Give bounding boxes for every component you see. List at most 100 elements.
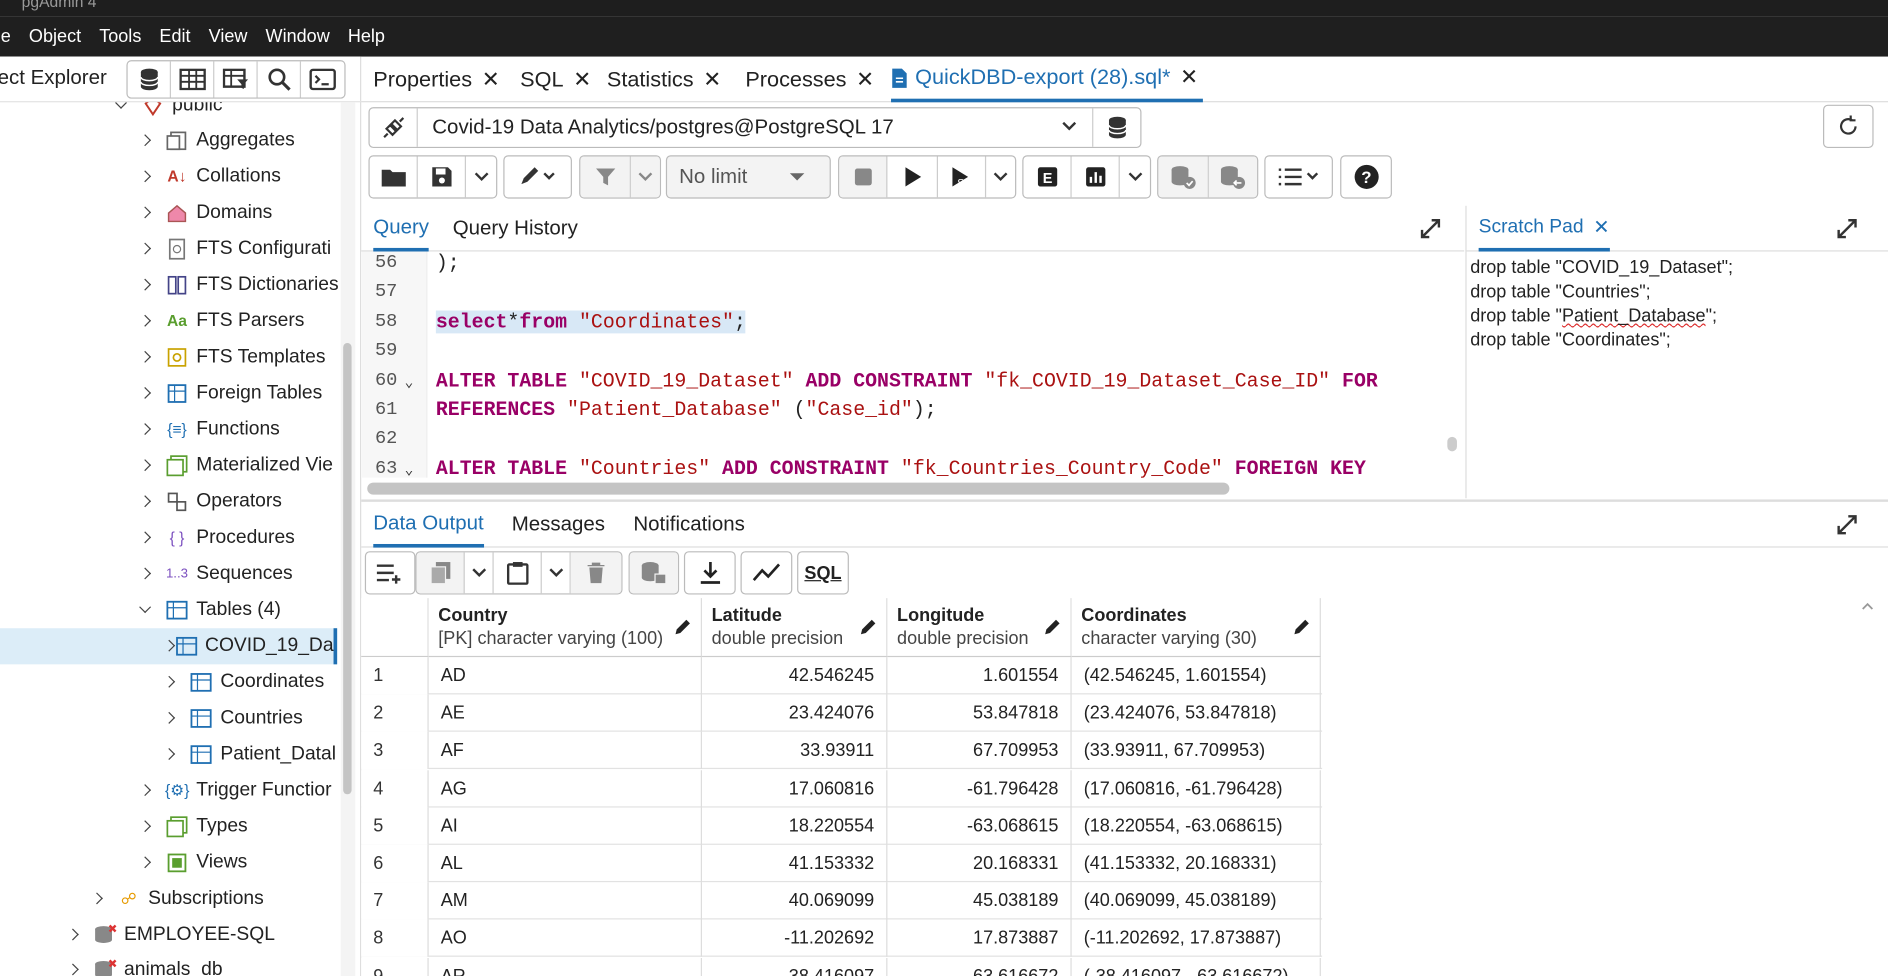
open-file-icon[interactable]	[370, 156, 418, 198]
table-row[interactable]: 8 AO -11.202692 17.873887 (-11.202692, 17.87…	[361, 919, 1323, 958]
tree-node-animals-db[interactable]: animals_db	[66, 952, 223, 976]
tab-notifications[interactable]: Notifications	[633, 502, 745, 548]
copy-icon[interactable]	[416, 552, 465, 594]
cell-country[interactable]: AD	[429, 657, 702, 695]
chevron-down-icon[interactable]	[986, 156, 1015, 197]
tree-node-operators[interactable]: Operators	[138, 484, 282, 520]
table-row[interactable]: 7 AM 40.069099 45.038189 (40.069099, 45.0381…	[361, 882, 1323, 920]
menu-object[interactable]: Object	[22, 26, 92, 46]
cell-latitude[interactable]: 33.93911	[702, 732, 888, 770]
tree-node-subscriptions[interactable]: ☍ Subscriptions	[90, 881, 264, 917]
tree-node-foreign-tables[interactable]: Foreign Tables	[138, 375, 322, 411]
menu-window[interactable]: Window	[258, 26, 340, 46]
grid-vscrollbar[interactable]	[1862, 598, 1874, 976]
tab-query[interactable]: Query	[373, 206, 430, 252]
editor-hscrollbar[interactable]	[367, 482, 1230, 495]
cell-longitude[interactable]: -63.068615	[887, 807, 1072, 845]
graph-visualiser-icon[interactable]	[742, 552, 791, 593]
close-icon[interactable]: ✕	[856, 67, 874, 92]
row-number[interactable]: 5	[361, 807, 429, 845]
filter-icon[interactable]	[580, 156, 631, 198]
row-number[interactable]: 6	[361, 844, 429, 883]
chevron-right-icon[interactable]	[138, 531, 152, 545]
tree-node-aggregates[interactable]: Aggregates	[138, 123, 295, 159]
scroll-up-icon[interactable]	[1862, 598, 1874, 615]
table-row[interactable]: 1 AD 42.546245 1.601554 (42.546245, 1.601554…	[361, 657, 1323, 695]
delete-icon[interactable]	[570, 552, 622, 594]
cell-latitude[interactable]: 40.069099	[702, 882, 888, 920]
cell-latitude[interactable]: 41.153332	[702, 844, 888, 883]
macros-list-icon[interactable]	[1266, 156, 1332, 197]
cell-latitude[interactable]: 42.546245	[702, 657, 888, 695]
chevron-down-icon[interactable]	[542, 552, 571, 594]
cell-country[interactable]: AO	[429, 919, 702, 958]
chevron-down-icon[interactable]	[465, 552, 494, 594]
save-icon[interactable]	[418, 156, 466, 198]
rollback-icon[interactable]	[1208, 156, 1258, 198]
row-number[interactable]: 7	[361, 882, 429, 920]
tree-node-types[interactable]: Types	[138, 809, 248, 845]
tree-node-domains[interactable]: Domains	[138, 195, 272, 231]
column-header-latitude[interactable]: Latitude double precision	[701, 598, 888, 658]
cell-latitude[interactable]: -11.202692	[702, 919, 888, 958]
tree-node-public[interactable]: public	[114, 102, 223, 124]
chevron-right-icon[interactable]	[163, 747, 177, 761]
chevron-right-icon[interactable]	[138, 567, 152, 581]
database-icon[interactable]	[128, 61, 171, 98]
row-number[interactable]: 8	[361, 919, 429, 958]
chevron-right-icon[interactable]	[138, 170, 152, 184]
tab-properties[interactable]: Properties ✕	[373, 57, 500, 103]
chevron-down-icon[interactable]	[1061, 117, 1092, 139]
cell-coordinates[interactable]: (-11.202692, 17.873887)	[1072, 919, 1321, 958]
tab-statistics[interactable]: Statistics ✕	[607, 57, 722, 103]
close-icon[interactable]: ✕	[1180, 65, 1198, 90]
new-connection-icon[interactable]	[1092, 108, 1140, 147]
expand-icon[interactable]	[1835, 217, 1859, 241]
tree-node-trigger-functions[interactable]: {⚙} Trigger Functior	[138, 773, 332, 809]
tree-node-coordinates[interactable]: Coordinates	[163, 664, 324, 700]
chevron-right-icon[interactable]	[163, 639, 165, 653]
column-header-country[interactable]: Country [PK] character varying (100)	[428, 598, 702, 658]
chevron-right-icon[interactable]	[138, 206, 152, 220]
cell-country[interactable]: AL	[429, 844, 702, 883]
connection-status-icon[interactable]	[370, 108, 418, 147]
chevron-right-icon[interactable]	[90, 892, 104, 906]
menu-file[interactable]: ile	[0, 26, 22, 46]
cell-country[interactable]: AI	[429, 807, 702, 845]
cell-latitude[interactable]: -38.416097	[702, 957, 888, 976]
tree-node-employee-sql[interactable]: EMPLOYEE-SQL	[66, 917, 275, 953]
edit-pencil-icon[interactable]	[860, 619, 877, 636]
chevron-down-icon[interactable]	[466, 156, 496, 197]
add-row-icon[interactable]	[366, 552, 414, 593]
cell-coordinates[interactable]: (23.424076, 53.847818)	[1072, 694, 1321, 732]
cell-coordinates[interactable]: (41.153332, 20.168331)	[1072, 844, 1321, 883]
scratch-pad-textarea[interactable]: drop table "COVID_19_Dataset"; drop tabl…	[1465, 251, 1888, 499]
table-row[interactable]: 9AR-38.416097-63.616672(-38.416097, -63.…	[361, 957, 1322, 976]
close-icon[interactable]: ✕	[1593, 215, 1609, 239]
table-row[interactable]: 4 AG 17.060816 -61.796428 (17.060816, -61.79…	[361, 769, 1323, 808]
explorer-scrollbar[interactable]	[343, 342, 352, 795]
close-icon[interactable]: ✕	[703, 67, 721, 92]
tab-scratch-pad[interactable]: Scratch Pad ✕	[1478, 206, 1610, 252]
cell-coordinates[interactable]: (17.060816, -61.796428)	[1072, 769, 1321, 808]
cell-longitude[interactable]: -61.796428	[887, 769, 1072, 808]
tree-node-views[interactable]: Views	[138, 845, 247, 881]
commit-icon[interactable]	[1158, 156, 1209, 198]
edit-pencil-icon[interactable]	[1293, 619, 1310, 636]
expand-icon[interactable]	[1418, 217, 1442, 241]
column-header-coordinates[interactable]: Coordinates character varying (30)	[1071, 598, 1321, 658]
chevron-right-icon[interactable]	[138, 350, 152, 364]
edit-pencil-icon[interactable]	[505, 156, 571, 197]
cell-coordinates[interactable]: (33.93911, 67.709953)	[1072, 732, 1321, 770]
chevron-right-icon[interactable]	[138, 134, 152, 148]
cell-coordinates[interactable]: (18.220554, -63.068615)	[1072, 807, 1321, 845]
tree-node-materialized-views[interactable]: Materialized Vie	[138, 448, 333, 484]
editor-vscroll[interactable]	[1447, 436, 1457, 452]
paste-icon[interactable]	[494, 552, 542, 594]
column-header-longitude[interactable]: Longitude double precision	[887, 598, 1072, 658]
chevron-down-icon[interactable]	[114, 102, 128, 113]
menu-tools[interactable]: Tools	[92, 26, 152, 46]
cell-coordinates[interactable]: (40.069099, 45.038189)	[1072, 882, 1321, 920]
tree-node-fts-parsers[interactable]: Aa FTS Parsers	[138, 303, 304, 339]
chevron-right-icon[interactable]	[138, 278, 152, 292]
